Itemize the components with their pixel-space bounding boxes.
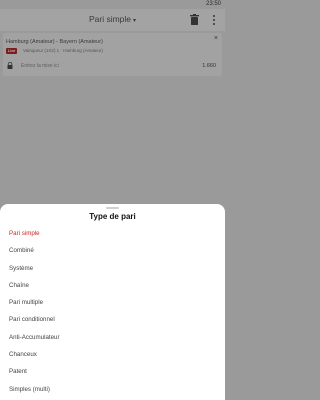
bet-type-option[interactable]: Patent [0,363,225,380]
match-name: Hamburg (Amateur) - Bayern (Amateur) [6,39,103,45]
bet-slip-card: Hamburg (Amateur) - Bayern (Amateur) × L… [3,33,222,76]
bet-type-option[interactable]: Combiné [0,242,225,259]
bet-type-option[interactable]: Chaîne [0,277,225,294]
bet-type-list: Pari simple Combiné Système Chaîne Pari … [0,225,225,398]
bet-type-option[interactable]: Chanceux [0,346,225,363]
bet-type-option[interactable]: Système [0,260,225,277]
live-badge: Live [6,48,18,54]
bet-type-option[interactable]: Pari simple [0,225,225,242]
bet-type-option[interactable]: Simples (multi) [0,381,225,398]
drag-handle[interactable] [106,207,119,209]
chevron-down-icon: ▾ [133,18,137,24]
app-header: Pari simple ▾ [0,9,225,31]
sheet-title: Type de pari [89,212,136,221]
odds-value: 1.660 [202,63,216,69]
bet-selection: Vainqueur (1X2) 1 · Hamburg (Amateur) [23,48,103,53]
lock-icon [7,62,13,69]
status-bar: 23:50 [0,0,225,9]
bet-type-option[interactable]: Pari conditionnel [0,311,225,328]
bet-type-option[interactable]: Pari multiple [0,294,225,311]
more-vert-icon[interactable] [212,14,216,26]
status-time: 23:50 [205,1,221,7]
bet-type-sheet: Type de pari Pari simple Combiné Système… [0,204,225,400]
close-icon[interactable]: × [214,35,218,42]
page-title: Pari simple [88,14,132,24]
stake-input[interactable]: Entrez la mise ici [21,63,59,69]
trash-icon[interactable] [190,14,199,25]
bet-type-option[interactable]: Anti-Accumulateur [0,329,225,346]
